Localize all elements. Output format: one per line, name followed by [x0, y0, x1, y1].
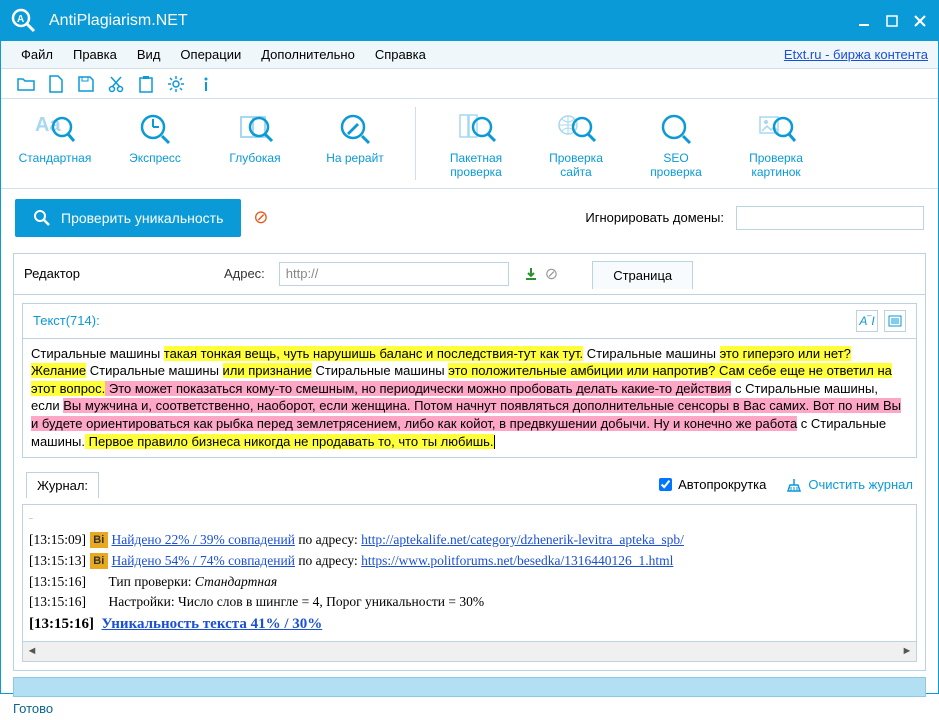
- text-count-label: Текст(714):: [33, 313, 100, 328]
- ignore-domains-input[interactable]: [736, 206, 924, 230]
- deep-label: Глубокая: [229, 151, 280, 165]
- journal-row: [13:15:16] Настройки: Число слов в шингл…: [29, 592, 910, 613]
- journal-row: [13:15:13] Bi Найдено 54% / 74% совпаден…: [29, 551, 910, 572]
- site-label: Проверка сайта: [536, 151, 616, 180]
- action-row: Проверить уникальность ⊘ Игнорировать до…: [1, 189, 938, 247]
- batch-check-button[interactable]: Пакетная проверка: [436, 107, 516, 180]
- page-tab[interactable]: Страница: [592, 261, 693, 289]
- menu-edit[interactable]: Правка: [63, 43, 127, 66]
- close-button[interactable]: [910, 11, 930, 31]
- rewrite-check-button[interactable]: На рерайт: [315, 107, 395, 180]
- search-icon: [33, 209, 51, 227]
- journal-url-link[interactable]: http://aptekalife.net/category/dzhenerik…: [361, 532, 684, 547]
- express-label: Экспресс: [129, 151, 181, 165]
- download-icon[interactable]: [523, 266, 539, 282]
- main-toolbar: Aa Стандартная Экспресс Глубокая На рера…: [1, 99, 938, 189]
- seo-label: SEO проверка: [636, 151, 716, 180]
- scroll-right-icon[interactable]: ►: [898, 645, 916, 657]
- editor-label: Редактор: [24, 266, 80, 281]
- svg-text:Aa: Aa: [35, 114, 61, 136]
- editor-panel: Редактор Адрес: ⊘ Страница Текст(714): A…: [13, 253, 926, 671]
- standard-label: Стандартная: [19, 151, 92, 165]
- rewrite-label: На рерайт: [326, 151, 384, 165]
- uniqueness-result-link[interactable]: Уникальность текста 41% / 30%: [102, 616, 323, 632]
- images-label: Проверка картинок: [736, 151, 816, 180]
- journal-row: [13:15:16] Тип проверки: Стандартная: [29, 572, 910, 593]
- info-icon[interactable]: [197, 75, 215, 93]
- standard-check-button[interactable]: Aa Стандартная: [15, 107, 95, 180]
- journal-row: [13:15:16] Уникальность текста 41% / 30%: [29, 613, 910, 636]
- journal-body[interactable]: [13:15:09] Bi Найдено 22% / 39% совпаден…: [22, 504, 917, 642]
- settings-icon[interactable]: [167, 75, 185, 93]
- journal-match-link[interactable]: Найдено 22% / 39% совпадений: [112, 532, 295, 547]
- autoscroll-input[interactable]: [659, 478, 672, 491]
- scroll-left-icon[interactable]: ◄: [23, 645, 41, 657]
- clear-label: Очистить журнал: [808, 477, 913, 492]
- maximize-button[interactable]: [882, 11, 902, 31]
- check-uniqueness-button[interactable]: Проверить уникальность: [15, 199, 241, 237]
- engine-badge: Bi: [90, 532, 108, 548]
- express-check-button[interactable]: Экспресс: [115, 107, 195, 180]
- open-folder-icon[interactable]: [17, 75, 35, 93]
- cut-icon[interactable]: [107, 75, 125, 93]
- svg-text:A: A: [17, 14, 24, 25]
- check-label: Проверить уникальность: [61, 210, 223, 226]
- menu-help[interactable]: Справка: [365, 43, 436, 66]
- site-check-button[interactable]: Проверка сайта: [536, 107, 616, 180]
- minimize-button[interactable]: [854, 11, 874, 31]
- seo-check-button[interactable]: SEO проверка: [636, 107, 716, 180]
- icon-toolbar: [1, 69, 938, 99]
- menu-view[interactable]: Вид: [127, 43, 171, 66]
- journal-match-link[interactable]: Найдено 54% / 74% совпадений: [112, 553, 295, 568]
- horizontal-scrollbar[interactable]: ◄ ►: [22, 642, 917, 662]
- address-label: Адрес:: [224, 266, 265, 281]
- menu-additional[interactable]: Дополнительно: [251, 43, 365, 66]
- broom-icon: [786, 477, 802, 493]
- text-view-button[interactable]: [884, 310, 906, 332]
- batch-label: Пакетная проверка: [436, 151, 516, 180]
- clear-journal-button[interactable]: Очистить журнал: [786, 477, 913, 493]
- window-title: AntiPlagiarism.NET: [49, 12, 854, 30]
- status-bar: Готово: [1, 697, 938, 720]
- deep-check-button[interactable]: Глубокая: [215, 107, 295, 180]
- autoscroll-checkbox[interactable]: Автопрокрутка: [659, 477, 766, 492]
- journal-label: Журнал:: [26, 472, 99, 498]
- text-editor[interactable]: Стиральные машины такая тонкая вещь, чут…: [23, 339, 916, 457]
- save-icon[interactable]: [77, 75, 95, 93]
- paste-icon[interactable]: [137, 75, 155, 93]
- title-bar: A AntiPlagiarism.NET: [1, 1, 938, 41]
- engine-badge: Bi: [90, 553, 108, 569]
- address-input[interactable]: [279, 262, 509, 286]
- journal-row: [13:15:09] Bi Найдено 22% / 39% совпаден…: [29, 530, 910, 551]
- stop-icon[interactable]: ⊘: [545, 264, 558, 284]
- app-logo-icon: A: [9, 6, 39, 36]
- journal-url-link[interactable]: https://www.politforums.net/besedka/1316…: [361, 553, 673, 568]
- images-check-button[interactable]: Проверка картинок: [736, 107, 816, 180]
- autoscroll-label: Автопрокрутка: [678, 477, 766, 492]
- etxt-link[interactable]: Etxt.ru - биржа контента: [784, 47, 928, 62]
- menu-operations[interactable]: Операции: [170, 43, 251, 66]
- ignore-domains-label: Игнорировать домены:: [585, 210, 724, 225]
- journal-row-clipped: [29, 509, 910, 530]
- menu-file[interactable]: Файл: [11, 43, 63, 66]
- menu-bar: Файл Правка Вид Операции Дополнительно С…: [1, 41, 938, 69]
- text-format-button[interactable]: A‾I: [856, 310, 878, 332]
- window-controls: [854, 11, 930, 31]
- cancel-icon[interactable]: ⊘: [253, 207, 268, 228]
- new-file-icon[interactable]: [47, 75, 65, 93]
